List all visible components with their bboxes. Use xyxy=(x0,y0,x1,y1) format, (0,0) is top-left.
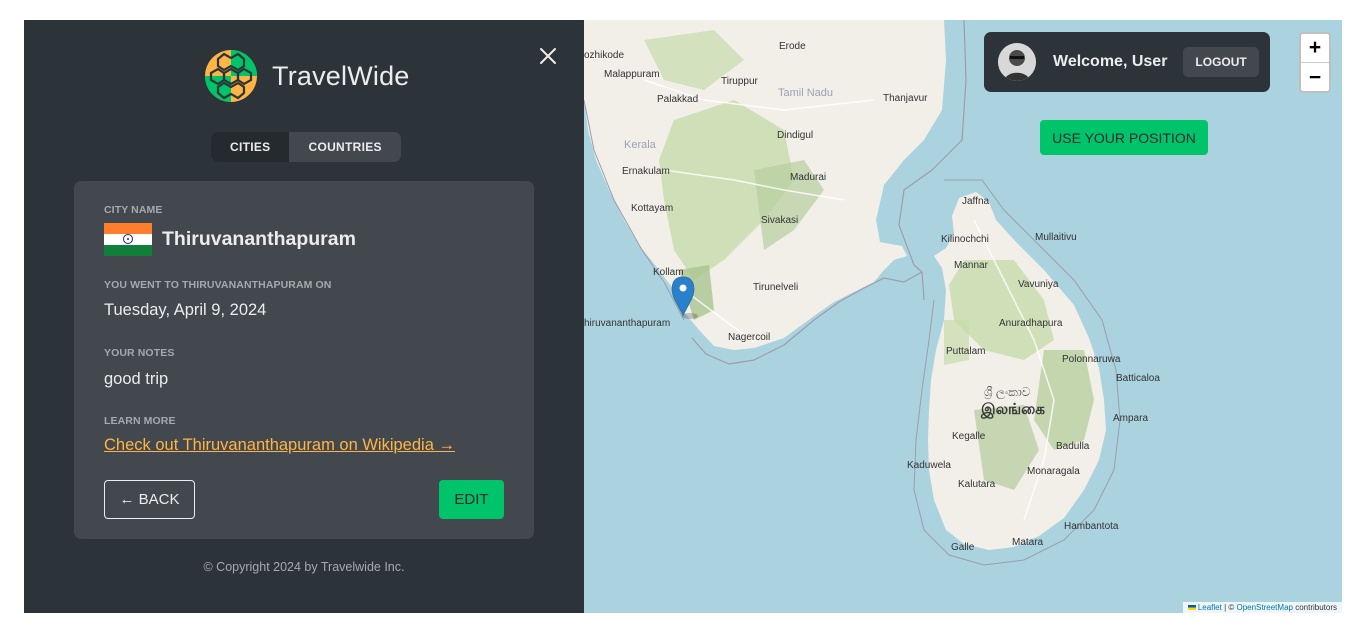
place-label: Ampara xyxy=(1113,413,1149,424)
app-name: TravelWide xyxy=(272,60,410,91)
place-label: ozhikode xyxy=(584,50,625,61)
zoom-in-button[interactable]: + xyxy=(1301,34,1329,63)
osm-link[interactable]: OpenStreetMap xyxy=(1236,603,1292,612)
wikipedia-link[interactable]: Check out Thiruvananthapuram on Wikipedi… xyxy=(104,436,455,455)
place-label: Madurai xyxy=(790,172,827,183)
place-label: Mannar xyxy=(954,260,988,271)
city-name: Thiruvananthapuram xyxy=(162,228,356,250)
place-label: Kegalle xyxy=(952,431,986,442)
city-heading: Thiruvananthapuram xyxy=(104,223,356,256)
place-label: Tiruppur xyxy=(721,76,758,87)
map-tiles[interactable] xyxy=(584,20,1342,613)
tab-cities[interactable]: CITIES xyxy=(211,132,290,162)
place-label: Kilinochchi xyxy=(941,234,989,245)
zoom-out-button[interactable]: − xyxy=(1301,63,1329,92)
ukraine-flag-icon xyxy=(1187,605,1196,610)
place-label: Matara xyxy=(1012,537,1044,548)
place-label: hiruvananthapuram xyxy=(584,318,671,329)
city-details-card: CITY NAME Thiruvananthapuram YOU WENT TO… xyxy=(74,181,534,539)
place-label: Anuradhapura xyxy=(999,318,1063,329)
edit-button[interactable]: EDIT xyxy=(439,480,504,519)
visit-date-label: YOU WENT TO THIRUVANANTHAPURAM ON xyxy=(104,279,332,291)
app-logo[interactable]: TravelWide xyxy=(204,49,410,103)
attribution-suffix: contributors xyxy=(1292,603,1337,612)
back-button[interactable]: ← BACK xyxy=(104,480,195,519)
place-label: Palakkad xyxy=(657,94,699,105)
place-label: Galle xyxy=(951,542,975,553)
learn-more-label: LEARN MORE xyxy=(104,415,176,427)
place-label: Kalutara xyxy=(958,479,996,490)
place-label: Kollam xyxy=(653,267,684,278)
place-label: Vavuniya xyxy=(1018,279,1059,290)
place-label: Thanjavur xyxy=(883,93,928,104)
place-label: Sivakasi xyxy=(761,215,799,226)
place-label: Hambantota xyxy=(1064,521,1119,532)
india-flag-icon xyxy=(104,223,152,256)
close-icon[interactable] xyxy=(538,46,558,66)
copyright: © Copyright 2024 by Travelwide Inc. xyxy=(203,560,405,574)
place-label: Malappuram xyxy=(604,69,660,80)
place-label: Monaragala xyxy=(1027,466,1080,477)
map[interactable]: ozhikode Erode Malappuram Tiruppur Palak… xyxy=(584,20,1342,613)
country-label-sinhala: ශ්‍රී ලංකාව xyxy=(984,385,1031,399)
region-label: Kerala xyxy=(624,139,656,151)
place-label: Dindigul xyxy=(777,130,814,141)
city-name-label: CITY NAME xyxy=(104,204,163,216)
place-label: Puttalam xyxy=(946,346,986,357)
avatar xyxy=(998,43,1036,81)
zoom-control: + − xyxy=(1299,32,1331,93)
place-label: Batticaloa xyxy=(1116,373,1160,384)
globe-logo-icon xyxy=(205,50,257,102)
use-position-button[interactable]: USE YOUR POSITION xyxy=(1040,120,1208,155)
place-label: Kottayam xyxy=(631,203,674,214)
country-label-tamil: இலங்கை xyxy=(981,401,1045,418)
place-label: Polonnaruwa xyxy=(1062,354,1121,365)
leaflet-link[interactable]: Leaflet xyxy=(1198,603,1222,612)
map-attribution: Leaflet | © OpenStreetMap contributors xyxy=(1182,602,1342,613)
user-panel: Welcome, User LOGOUT xyxy=(984,32,1270,92)
app-container: TravelWide CITIES COUNTRIES CITY NAME Th… xyxy=(24,20,1342,613)
sidebar: TravelWide CITIES COUNTRIES CITY NAME Th… xyxy=(24,20,584,613)
visit-date: Tuesday, April 9, 2024 xyxy=(104,301,267,319)
welcome-text: Welcome, User xyxy=(1053,53,1168,70)
view-tabs: CITIES COUNTRIES xyxy=(211,132,401,162)
place-label: Kaduwela xyxy=(907,460,951,471)
notes: good trip xyxy=(104,370,169,388)
place-label: Ernakulam xyxy=(622,166,670,177)
place-label: Tirunelveli xyxy=(753,282,799,293)
place-label: Jaffna xyxy=(962,196,990,207)
place-label: Erode xyxy=(779,41,806,52)
region-label: Tamil Nadu xyxy=(778,87,834,99)
attribution-separator: | © xyxy=(1221,603,1237,612)
notes-label: YOUR NOTES xyxy=(104,347,175,359)
place-label: Badulla xyxy=(1056,441,1090,452)
tab-countries[interactable]: COUNTRIES xyxy=(289,132,400,162)
place-label: Mullaitivu xyxy=(1035,232,1077,243)
place-label: Nagercoil xyxy=(728,332,771,343)
logout-button[interactable]: LOGOUT xyxy=(1183,47,1259,77)
